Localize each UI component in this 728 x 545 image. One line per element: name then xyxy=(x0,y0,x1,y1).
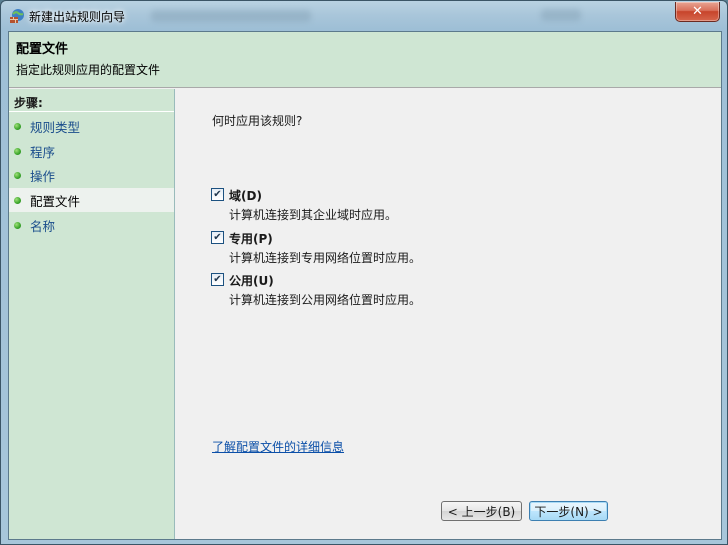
wizard-header: 配置文件 指定此规则应用的配置文件 xyxy=(9,32,721,88)
step-rule-type[interactable]: 规则类型 xyxy=(9,114,174,138)
steps-sidebar: 步骤: 规则类型 程序 操作 配置文件 名称 xyxy=(9,89,175,539)
step-dot-icon xyxy=(14,122,21,130)
option-description: 计算机连接到其企业域时应用。 xyxy=(229,208,398,222)
checkmark-icon: ✔ xyxy=(213,188,222,200)
close-button[interactable]: ✕ xyxy=(675,2,720,22)
public-checkbox[interactable]: ✔ xyxy=(211,273,224,286)
title-bar[interactable]: 新建出站规则向导 ✕ xyxy=(1,1,727,31)
option-description: 计算机连接到专用网络位置时应用。 xyxy=(229,251,422,265)
page-title: 配置文件 xyxy=(16,42,69,57)
next-button[interactable]: 下一步(N) > xyxy=(529,501,608,521)
back-button[interactable]: < 上一步(B) xyxy=(441,501,522,521)
step-label: 操作 xyxy=(30,168,56,184)
close-icon: ✕ xyxy=(692,4,703,19)
step-dot-icon xyxy=(14,171,21,179)
step-label: 程序 xyxy=(30,144,56,160)
page-subtitle: 指定此规则应用的配置文件 xyxy=(16,63,161,77)
option-name[interactable]: 域(D) xyxy=(229,187,262,204)
wizard-client-area: 配置文件 指定此规则应用的配置文件 步骤: 规则类型 程序 操作 配置文件 名称… xyxy=(8,31,722,540)
step-dot-icon xyxy=(14,221,21,229)
step-dot-icon xyxy=(14,196,21,204)
step-label: 配置文件 xyxy=(30,193,81,209)
step-program[interactable]: 程序 xyxy=(9,139,174,163)
steps-divider xyxy=(9,111,174,112)
step-name[interactable]: 名称 xyxy=(9,213,174,237)
option-description: 计算机连接到公用网络位置时应用。 xyxy=(229,293,422,307)
step-dot-icon xyxy=(14,147,21,155)
option-name[interactable]: 公用(U) xyxy=(229,272,274,289)
background-blur xyxy=(541,9,581,21)
private-checkbox[interactable]: ✔ xyxy=(211,231,224,244)
domain-checkbox[interactable]: ✔ xyxy=(211,188,224,201)
step-profile[interactable]: 配置文件 xyxy=(9,188,174,212)
step-label: 规则类型 xyxy=(30,119,81,135)
main-content: 何时应用该规则? ✔ 域(D) 计算机连接到其企业域时应用。 ✔ 专用(P) 计… xyxy=(176,89,721,539)
step-action[interactable]: 操作 xyxy=(9,163,174,187)
question-label: 何时应用该规则? xyxy=(212,114,303,128)
checkmark-icon: ✔ xyxy=(213,273,222,285)
option-name[interactable]: 专用(P) xyxy=(229,230,273,247)
window-title: 新建出站规则向导 xyxy=(29,10,126,24)
background-blur xyxy=(151,10,311,22)
steps-heading: 步骤: xyxy=(14,96,43,110)
step-label: 名称 xyxy=(30,218,56,234)
firewall-globe-icon xyxy=(10,9,24,23)
wizard-window: 新建出站规则向导 ✕ 配置文件 指定此规则应用的配置文件 步骤: 规则类型 程序… xyxy=(0,0,728,545)
checkmark-icon: ✔ xyxy=(213,231,222,243)
learn-more-link[interactable]: 了解配置文件的详细信息 xyxy=(212,438,344,455)
